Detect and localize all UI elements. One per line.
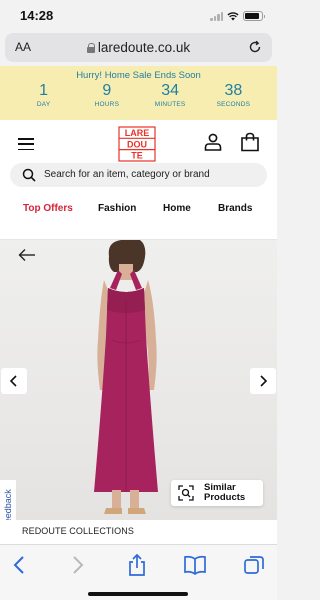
similar-products-button[interactable]: Similar Products	[171, 480, 263, 506]
countdown-label: DAY	[36, 101, 51, 108]
back-arrow-icon[interactable]	[18, 248, 36, 262]
browser-toolbar	[0, 544, 277, 600]
url-display[interactable]: laredoute.co.uk	[5, 40, 272, 55]
countdown-hours: 9 HOURS	[81, 82, 133, 108]
nav-home[interactable]: Home	[163, 203, 191, 214]
search-input[interactable]: Search for an item, category or brand	[10, 163, 267, 187]
nav-top-offers[interactable]: Top Offers	[23, 203, 73, 214]
chevron-left-icon	[9, 375, 17, 387]
battery-icon	[243, 11, 265, 21]
site-header: LARE DOU TE Search for an item, category…	[0, 120, 277, 200]
status-time: 14:28	[20, 8, 54, 23]
countdown: 1 DAY 9 HOURS 34 MINUTES 38 SECONDS	[0, 82, 277, 108]
countdown-value: 38	[224, 82, 243, 99]
similar-search-icon	[178, 485, 194, 501]
product-brand-strip: REDOUTE COLLECTIONS	[0, 520, 277, 544]
ios-top-bar: 14:28 AA laredoute.co.uk	[0, 0, 277, 66]
logo-text: LARE	[125, 128, 150, 138]
category-nav: Top Offers Fashion Home Brands	[0, 200, 277, 240]
chevron-right-icon	[260, 375, 268, 387]
signal-icon	[210, 11, 223, 21]
countdown-days: 1 DAY	[18, 82, 70, 108]
search-placeholder: Search for an item, category or brand	[44, 169, 210, 180]
next-image-button[interactable]	[250, 368, 276, 394]
account-icon[interactable]	[204, 133, 222, 151]
share-icon[interactable]	[125, 553, 149, 577]
countdown-label: SECONDS	[216, 101, 251, 108]
address-bar[interactable]: AA laredoute.co.uk	[5, 33, 272, 62]
lock-icon	[86, 43, 96, 53]
bag-icon[interactable]	[240, 132, 260, 152]
countdown-label: MINUTES	[154, 101, 186, 108]
home-indicator	[88, 592, 188, 596]
hamburger-icon[interactable]	[18, 138, 34, 151]
product-photo	[94, 240, 158, 514]
browser-back-icon[interactable]	[8, 553, 32, 577]
status-icons	[210, 11, 265, 21]
product-brand[interactable]: REDOUTE COLLECTIONS	[22, 526, 134, 536]
product-image-carousel[interactable]: Similar Products	[0, 240, 277, 520]
laredoute-logo[interactable]: LARE DOU TE	[118, 126, 156, 162]
similar-products-label: Similar Products	[204, 482, 246, 503]
logo-text: DOU	[127, 139, 147, 149]
countdown-minutes: 34 MINUTES	[144, 82, 196, 108]
url-text: laredoute.co.uk	[97, 40, 191, 55]
countdown-label: HOURS	[94, 101, 120, 108]
reload-icon[interactable]	[247, 39, 263, 55]
tabs-icon[interactable]	[242, 553, 266, 577]
sale-countdown-banner[interactable]: Hurry! Home Sale Ends Soon 1 DAY 9 HOURS…	[0, 66, 277, 120]
previous-image-button[interactable]	[1, 368, 27, 394]
nav-brands[interactable]: Brands	[218, 203, 252, 214]
battery-fill	[245, 13, 259, 19]
bookmarks-icon[interactable]	[183, 553, 207, 577]
status-bar: 14:28	[0, 0, 277, 32]
browser-forward-icon[interactable]	[65, 553, 89, 577]
countdown-seconds: 38 SECONDS	[207, 82, 259, 108]
countdown-value: 34	[161, 82, 180, 99]
countdown-value: 1	[39, 82, 49, 99]
nav-fashion[interactable]: Fashion	[98, 203, 136, 214]
logo-text: TE	[131, 151, 143, 161]
banner-title: Hurry! Home Sale Ends Soon	[76, 70, 201, 81]
search-icon	[22, 168, 36, 182]
countdown-value: 9	[102, 82, 112, 99]
wifi-icon	[227, 11, 239, 20]
